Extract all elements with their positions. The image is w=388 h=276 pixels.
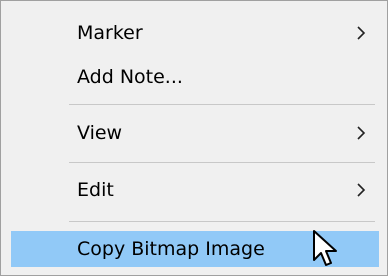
chevron-right-icon: [353, 172, 369, 208]
menu-item-label: Add Note...: [77, 66, 183, 88]
menu-item-label: Marker: [77, 22, 143, 44]
menu-separator: [69, 162, 375, 163]
menu-separator: [69, 104, 375, 105]
mouse-pointer-icon: [311, 229, 341, 269]
menu-item-edit[interactable]: Edit: [11, 172, 379, 208]
menu-item-label: Edit: [77, 179, 114, 201]
menu-item-label: Copy Bitmap Image: [77, 238, 265, 260]
chevron-right-icon: [353, 15, 369, 51]
menu-item-view[interactable]: View: [11, 115, 379, 151]
menu-item-marker[interactable]: Marker: [11, 15, 379, 51]
chevron-right-icon: [353, 115, 369, 151]
menu-separator: [69, 221, 375, 222]
menu-item-label: View: [77, 122, 123, 144]
context-menu: Marker Add Note... View Edit Copy Bitmap…: [0, 0, 388, 276]
menu-item-add-note[interactable]: Add Note...: [11, 59, 379, 95]
